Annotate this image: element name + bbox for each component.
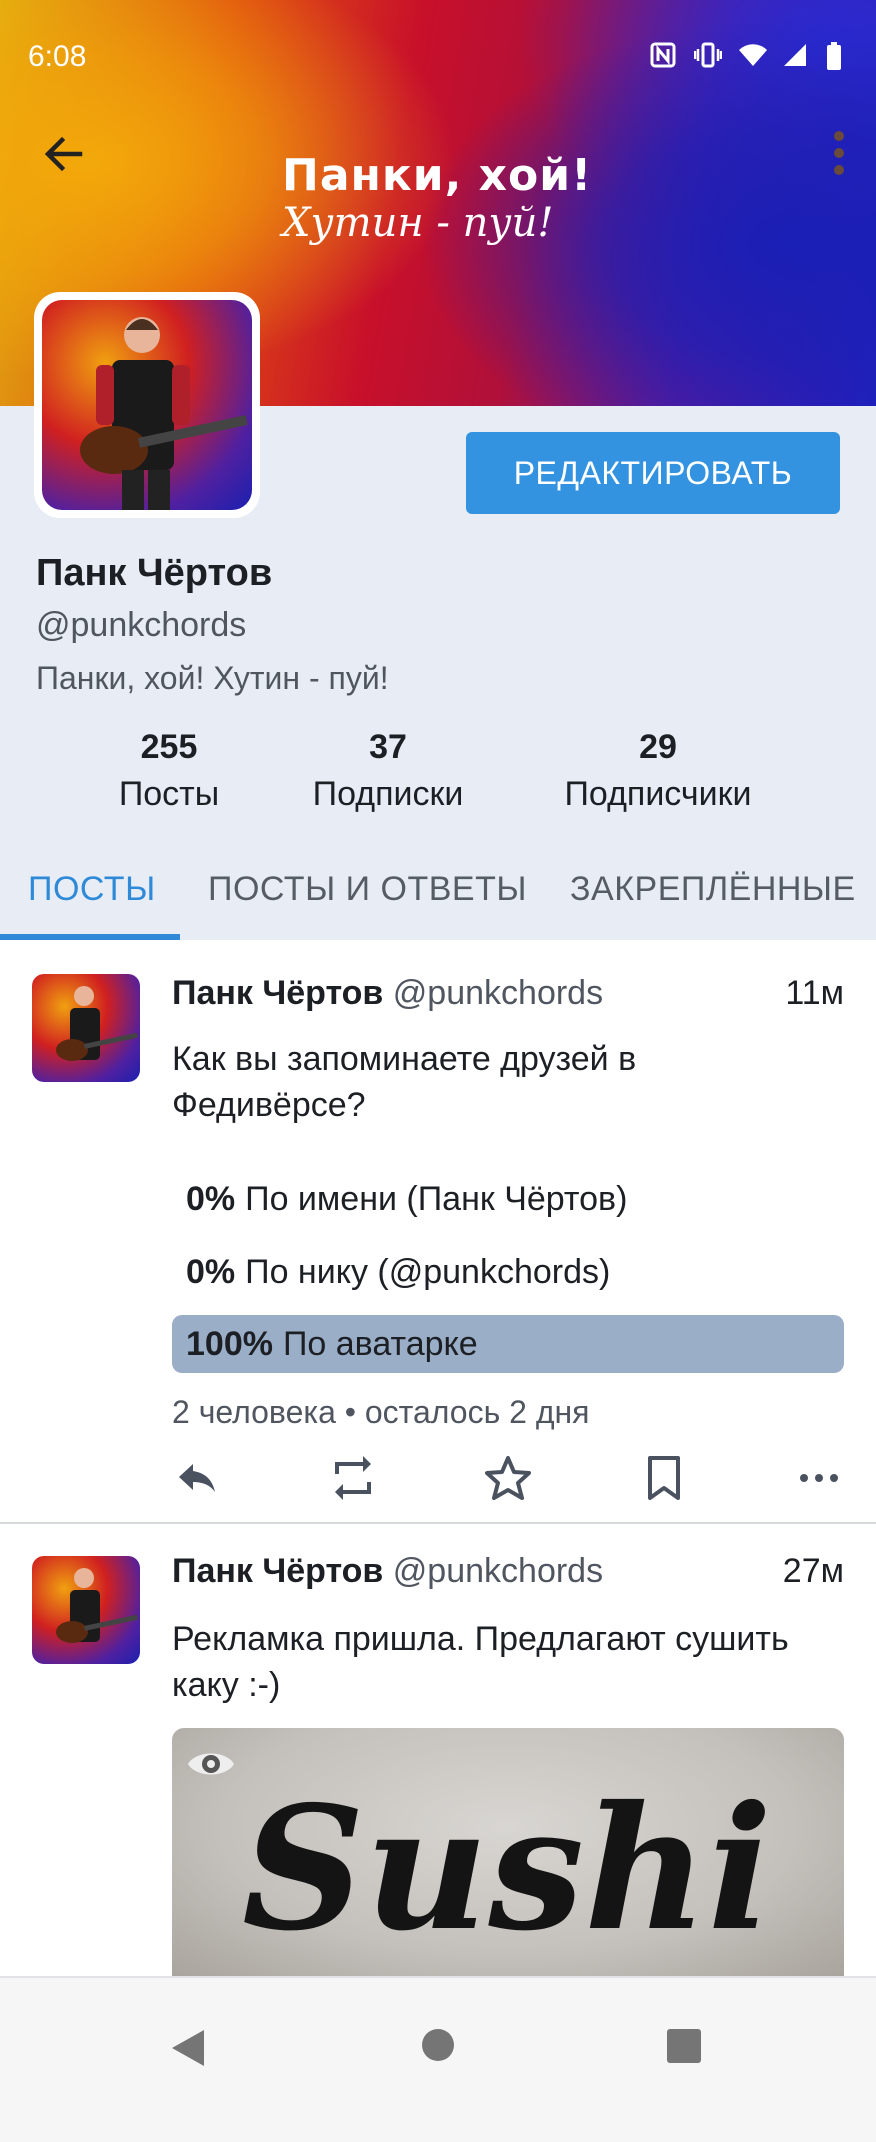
stat-following-count: 37 xyxy=(369,728,407,766)
poll-option-label: По аватарке xyxy=(282,1324,478,1363)
post-author-name: Панк Чёртов xyxy=(172,974,384,1012)
poll-option-winner: 100% По аватарке xyxy=(172,1315,844,1373)
reply-icon[interactable] xyxy=(172,1453,222,1503)
stat-followers-count: 29 xyxy=(639,728,677,766)
status-time: 6:08 xyxy=(28,40,87,73)
tab-posts-and-replies[interactable]: ПОСТЫ И ОТВЕТЫ xyxy=(208,870,527,909)
profile-handle: @punkchords xyxy=(36,606,247,644)
profile-avatar[interactable] xyxy=(34,292,260,518)
poll-option-percent: 0% xyxy=(186,1179,236,1218)
post-author[interactable]: Панк Чёртов @punkchords xyxy=(172,974,603,1013)
nav-home-icon[interactable] xyxy=(421,2028,455,2067)
post-timestamp: 27м xyxy=(782,1552,844,1590)
poll-option-label: По нику (@punkchords) xyxy=(245,1252,611,1291)
post-content: Как вы запоминаете друзей в Федивёрсе? xyxy=(172,1040,637,1124)
status-bar: 6:08 xyxy=(0,0,876,90)
overflow-menu-icon[interactable] xyxy=(832,130,846,176)
poll-option-percent: 100% xyxy=(186,1324,273,1363)
post-content: Рекламка пришла. Предлагают сушить каку … xyxy=(172,1620,789,1704)
post-actions xyxy=(172,1448,844,1508)
system-navigation-bar xyxy=(0,1976,876,2142)
edit-profile-button[interactable]: РЕДАКТИРОВАТЬ xyxy=(466,432,840,514)
poll-option: 0% По имени (Панк Чёртов) xyxy=(172,1170,844,1228)
tab-posts[interactable]: ПОСТЫ xyxy=(28,870,156,909)
post-author-handle: @punkchords xyxy=(392,1552,604,1590)
poll-option: 0% По нику (@punkchords) xyxy=(172,1243,844,1301)
boost-icon[interactable] xyxy=(328,1453,378,1503)
image-text: Sushi xyxy=(242,1769,772,1969)
stat-followers[interactable]: 29 Подписчики xyxy=(548,728,768,814)
post-avatar[interactable] xyxy=(32,1556,140,1664)
poll-meta: 2 человека • осталось 2 дня xyxy=(172,1394,590,1430)
wifi-icon xyxy=(738,42,767,68)
more-options-icon[interactable] xyxy=(794,1453,844,1503)
post-author-handle: @punkchords xyxy=(392,974,604,1012)
favourite-star-icon[interactable] xyxy=(483,1453,533,1503)
profile-display-name: Панк Чёртов xyxy=(36,552,273,594)
profile-bio: Панки, хой! Хутин - пуй! xyxy=(36,660,389,696)
nav-back-icon[interactable] xyxy=(170,2028,206,2073)
stat-posts-count: 255 xyxy=(140,728,198,766)
vibrate-icon xyxy=(693,42,723,68)
nav-recents-icon[interactable] xyxy=(666,2028,702,2069)
post-timestamp: 11м xyxy=(785,974,844,1012)
banner-title: Панки, хой! xyxy=(282,150,593,201)
stat-followers-label: Подписчики xyxy=(564,775,752,813)
poll-option-label: По имени (Панк Чёртов) xyxy=(245,1179,628,1218)
banner-subtitle: Хутин - пуй! xyxy=(282,200,554,246)
battery-icon xyxy=(826,42,852,70)
poll-option-percent: 0% xyxy=(186,1252,236,1291)
post-author[interactable]: Панк Чёртов @punkchords xyxy=(172,1552,603,1591)
post-media-image[interactable]: Sushi xyxy=(172,1728,844,1976)
post-author-name: Панк Чёртов xyxy=(172,1552,384,1590)
post-avatar[interactable] xyxy=(32,974,140,1082)
status-post[interactable]: Панк Чёртов @punkchords 27м Рекламка при… xyxy=(0,1524,876,1976)
stat-following[interactable]: 37 Подписки xyxy=(296,728,480,814)
stat-posts-label: Посты xyxy=(118,775,220,813)
sensitive-eye-icon[interactable] xyxy=(186,1746,236,1787)
signal-icon xyxy=(782,42,808,68)
status-post[interactable]: Панк Чёртов @punkchords 11м Как вы запом… xyxy=(0,940,876,1522)
status-icons xyxy=(650,42,852,70)
tab-pinned[interactable]: ЗАКРЕПЛЁННЫЕ xyxy=(570,870,856,909)
back-arrow-icon[interactable] xyxy=(38,128,90,180)
profile-tabs: ПОСТЫ ПОСТЫ И ОТВЕТЫ ЗАКРЕПЛЁННЫЕ xyxy=(0,848,876,940)
stat-following-label: Подписки xyxy=(312,775,464,813)
nfc-icon xyxy=(650,42,676,68)
bookmark-icon[interactable] xyxy=(639,1453,689,1503)
stat-posts[interactable]: 255 Посты xyxy=(96,728,242,814)
